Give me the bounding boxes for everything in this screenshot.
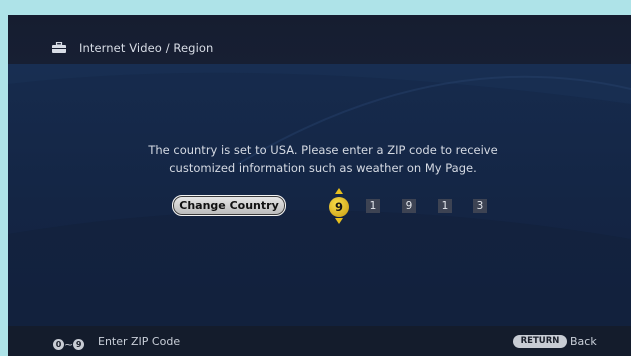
zip-digit-4[interactable]: 1 <box>438 199 452 213</box>
key-0-icon: 0 <box>53 339 64 350</box>
tilde-separator: ~ <box>64 338 74 351</box>
chevron-up-icon[interactable] <box>335 188 343 194</box>
info-message: The country is set to USA. Please enter … <box>148 143 498 175</box>
zip-digit-2[interactable]: 1 <box>366 199 380 213</box>
enter-zip-hint: Enter ZIP Code <box>98 335 181 348</box>
tv-screen: Internet Video / Region The country is s… <box>8 15 631 356</box>
chevron-down-icon[interactable] <box>335 218 343 224</box>
number-keys-hint: 0 ~9 <box>53 334 85 353</box>
back-label[interactable]: Back <box>570 335 597 348</box>
background-swoosh <box>8 64 631 326</box>
return-key-icon[interactable]: RETURN <box>513 335 567 348</box>
zip-digit-3[interactable]: 9 <box>402 199 416 213</box>
zip-digit-1[interactable]: 9 <box>329 197 349 217</box>
main-panel: The country is set to USA. Please enter … <box>8 64 631 326</box>
header-bar: Internet Video / Region <box>8 15 631 64</box>
zip-digit-5[interactable]: 3 <box>473 199 487 213</box>
briefcase-icon <box>52 42 66 53</box>
key-9-icon: 9 <box>73 339 85 350</box>
change-country-button[interactable]: Change Country <box>172 195 286 216</box>
page-title: Internet Video / Region <box>79 41 214 55</box>
footer-bar: 0 ~9 Enter ZIP Code RETURN Back <box>8 326 631 356</box>
